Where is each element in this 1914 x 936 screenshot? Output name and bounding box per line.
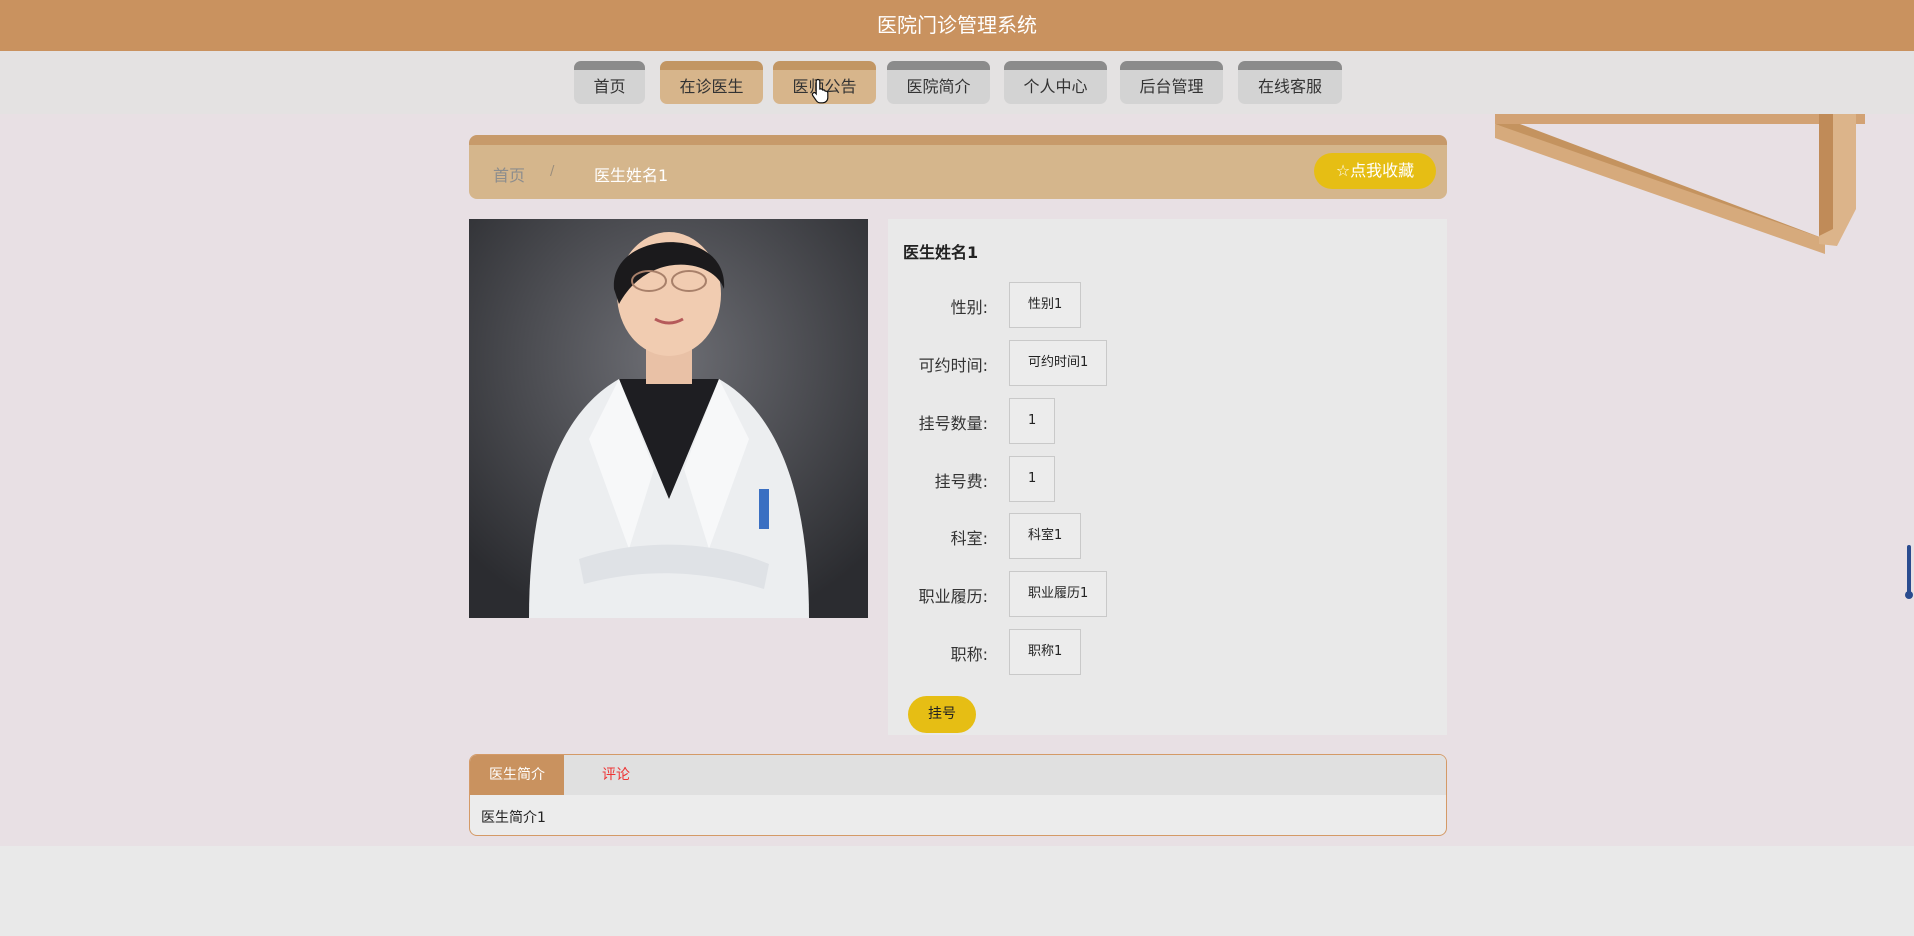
content-area: 首页 / 医生姓名1 ☆点我收藏 医生姓名1 性别: 性别1 可约时间: 可约时… — [0, 114, 1914, 846]
nav-profile[interactable]: 个人中心 — [1004, 61, 1107, 104]
register-button[interactable]: 挂号 — [908, 696, 976, 733]
nav-home[interactable]: 首页 — [574, 61, 645, 104]
registration-count-value: 1 — [1009, 398, 1056, 444]
department-label: 科室: — [950, 529, 988, 548]
career-history-value: 职业履历1 — [1009, 571, 1108, 617]
hand-cursor-icon — [811, 78, 829, 104]
registration-fee-label: 挂号费: — [934, 472, 988, 491]
tab-comments[interactable]: 评论 — [564, 755, 668, 795]
scroll-handle[interactable] — [1905, 545, 1914, 601]
nav-doctors[interactable]: 在诊医生 — [660, 61, 763, 104]
department-value: 科室1 — [1009, 513, 1082, 559]
breadcrumb-home[interactable]: 首页 — [493, 162, 525, 186]
doctor-name: 医生姓名1 — [903, 243, 979, 262]
app-header: 医院门诊管理系统 — [0, 0, 1914, 51]
intro-content: 医生简介1 — [481, 810, 546, 826]
breadcrumb-current: 医生姓名1 — [594, 166, 669, 185]
available-time-value: 可约时间1 — [1009, 340, 1108, 386]
favorite-button[interactable]: ☆点我收藏 — [1314, 153, 1436, 189]
gender-value: 性别1 — [1009, 282, 1082, 328]
decorative-frame — [1495, 114, 1865, 254]
available-time-label: 可约时间: — [918, 356, 988, 375]
job-title-label: 职称: — [950, 645, 988, 664]
doctor-photo — [469, 219, 868, 618]
tab-intro[interactable]: 医生简介 — [470, 755, 564, 795]
breadcrumb-separator: / — [550, 164, 555, 179]
main-nav: 首页 在诊医生 医师公告 医院简介 个人中心 后台管理 在线客服 — [0, 51, 1914, 114]
site-title: 医院门诊管理系统 — [877, 13, 1037, 37]
nav-admin[interactable]: 后台管理 — [1120, 61, 1223, 104]
nav-about[interactable]: 医院简介 — [887, 61, 990, 104]
doctor-tabs: 医生简介 评论 医生简介1 — [469, 754, 1447, 836]
tab-header: 医生简介 评论 — [470, 755, 1446, 795]
registration-fee-value: 1 — [1009, 456, 1056, 502]
nav-support[interactable]: 在线客服 — [1238, 61, 1342, 104]
job-title-value: 职称1 — [1009, 629, 1082, 675]
career-history-label: 职业履历: — [918, 587, 988, 606]
gender-label: 性别: — [950, 298, 988, 317]
doctor-detail-panel: 医生姓名1 性别: 性别1 可约时间: 可约时间1 挂号数量: 1 挂号费: 1… — [888, 219, 1447, 735]
breadcrumb: 首页 / 医生姓名1 ☆点我收藏 — [469, 135, 1447, 199]
registration-count-label: 挂号数量: — [918, 414, 988, 433]
